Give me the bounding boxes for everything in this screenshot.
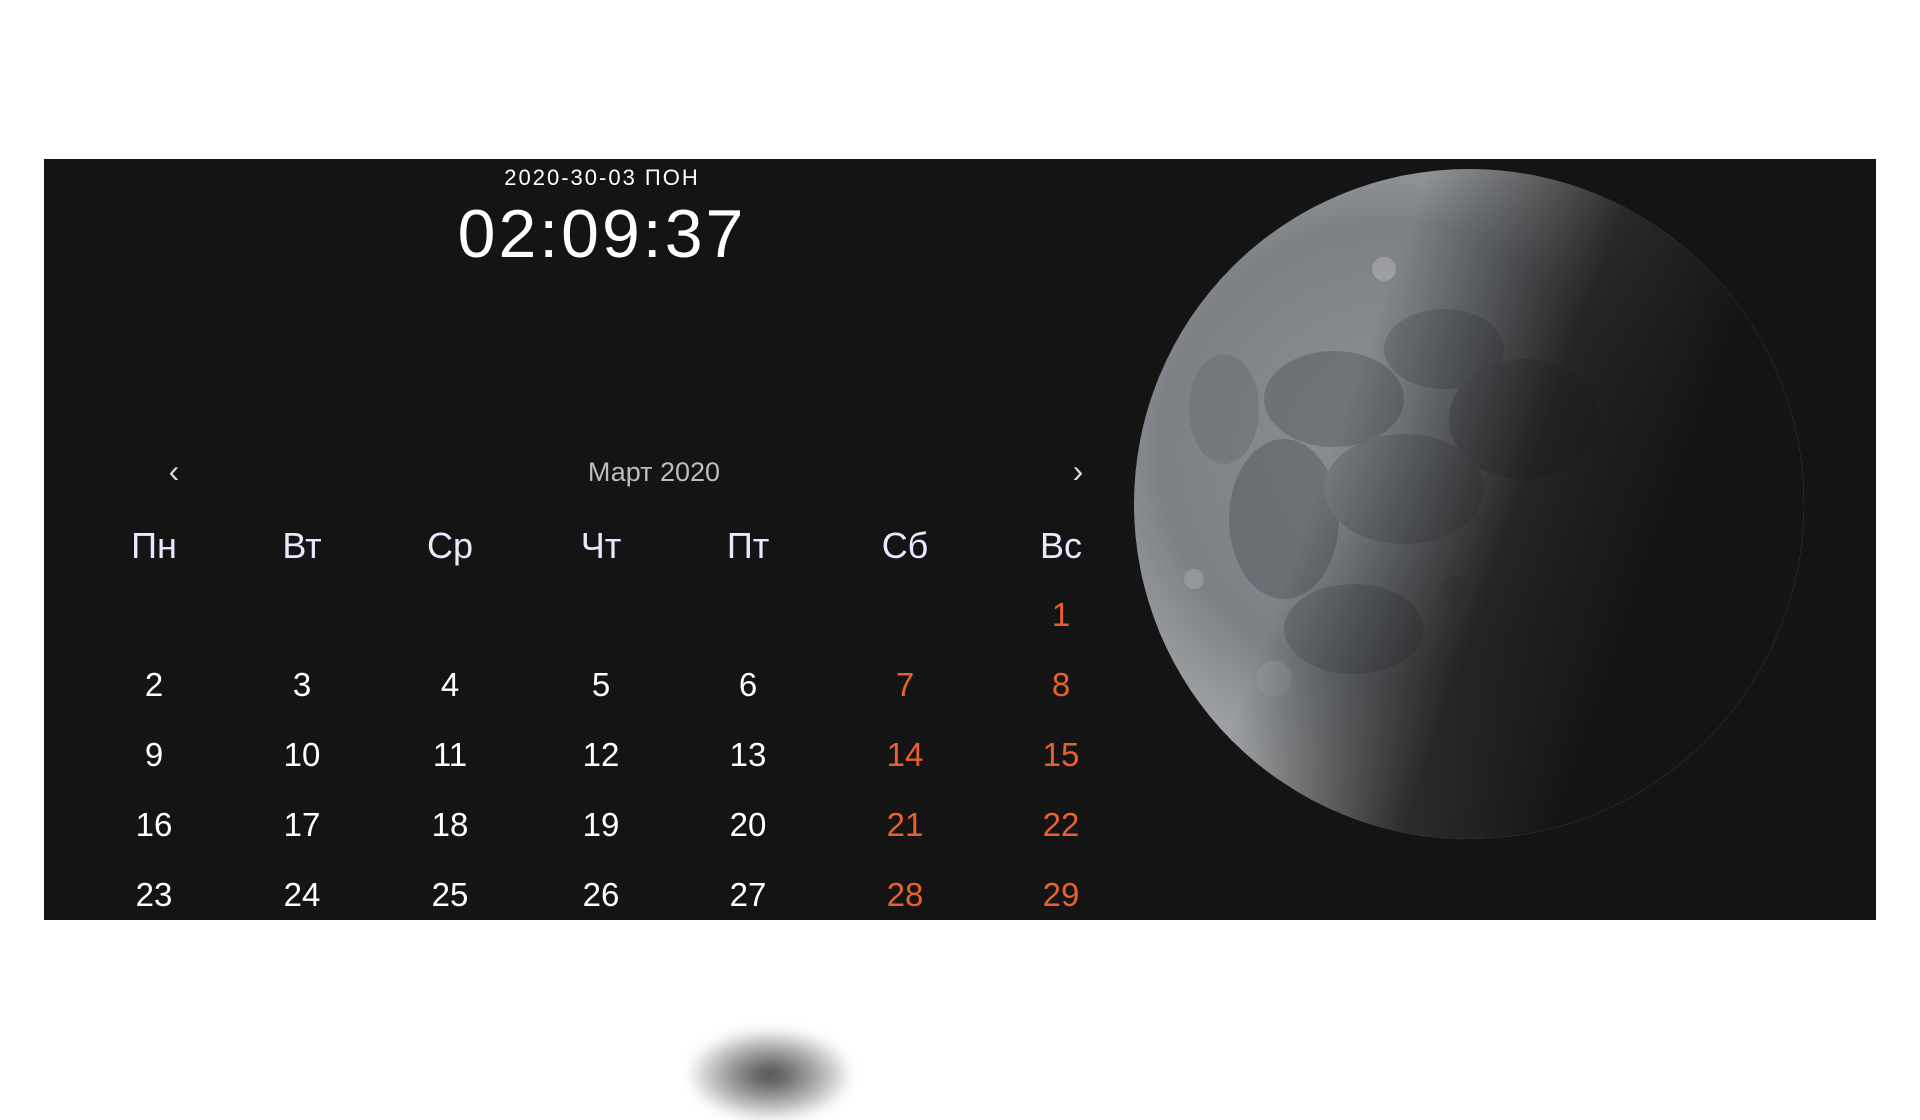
weekday-header: Пт <box>726 525 770 566</box>
next-month-button[interactable]: › <box>1058 455 1098 487</box>
calendar-day[interactable]: 9 <box>75 720 233 790</box>
calendar-day[interactable]: 28 <box>826 860 984 920</box>
calendar-day[interactable]: 3 <box>223 650 381 720</box>
calendar-day[interactable]: 12 <box>522 720 680 790</box>
calendar-day[interactable]: 16 <box>75 790 233 860</box>
calendar-day[interactable]: 1 <box>982 580 1140 650</box>
calendar-day[interactable]: 27 <box>669 860 827 920</box>
calendar-day[interactable]: 19 <box>522 790 680 860</box>
prev-month-button[interactable]: ‹ <box>154 455 194 487</box>
chevron-right-icon: › <box>1072 453 1084 489</box>
calendar-day[interactable]: 4 <box>371 650 529 720</box>
calendar-widget: 2020-30-03 ПОН 02:09:37 ‹ Март 2020 › Пн… <box>44 159 1876 920</box>
calendar-day[interactable]: 2 <box>75 650 233 720</box>
calendar-day[interactable]: 26 <box>522 860 680 920</box>
calendar-day[interactable]: 17 <box>223 790 381 860</box>
current-time: 02:09:37 <box>457 196 747 272</box>
calendar-day[interactable]: 11 <box>371 720 529 790</box>
calendar-day[interactable]: 10 <box>223 720 381 790</box>
calendar-day[interactable]: 25 <box>371 860 529 920</box>
calendar-day[interactable]: 21 <box>826 790 984 860</box>
calendar-day[interactable]: 13 <box>669 720 827 790</box>
calendar-day[interactable]: 23 <box>75 860 233 920</box>
calendar-day[interactable]: 18 <box>371 790 529 860</box>
calendar-day[interactable]: 8 <box>982 650 1140 720</box>
shadow-blob <box>690 1030 850 1120</box>
calendar-day[interactable]: 14 <box>826 720 984 790</box>
weekday-header: Вс <box>1039 525 1082 566</box>
calendar-day[interactable]: 29 <box>982 860 1140 920</box>
calendar-day[interactable]: 5 <box>522 650 680 720</box>
chevron-left-icon: ‹ <box>168 453 180 489</box>
month-title: Март 2020 <box>587 457 721 487</box>
calendar-day[interactable]: 7 <box>826 650 984 720</box>
calendar-day[interactable]: 24 <box>223 860 381 920</box>
calendar-day[interactable]: 22 <box>982 790 1140 860</box>
moon-image <box>1104 159 1876 920</box>
calendar-day[interactable]: 20 <box>669 790 827 860</box>
current-date: 2020-30-03 ПОН <box>504 165 700 190</box>
weekday-header: Пн <box>131 525 177 566</box>
calendar-day[interactable]: 6 <box>669 650 827 720</box>
weekday-header: Ср <box>426 525 474 566</box>
weekday-header: Сб <box>881 525 929 566</box>
weekday-header: Вт <box>282 525 322 566</box>
calendar-day[interactable]: 15 <box>982 720 1140 790</box>
weekday-header: Чт <box>580 525 622 566</box>
clock: 2020-30-03 ПОН 02:09:37 <box>44 159 1164 299</box>
